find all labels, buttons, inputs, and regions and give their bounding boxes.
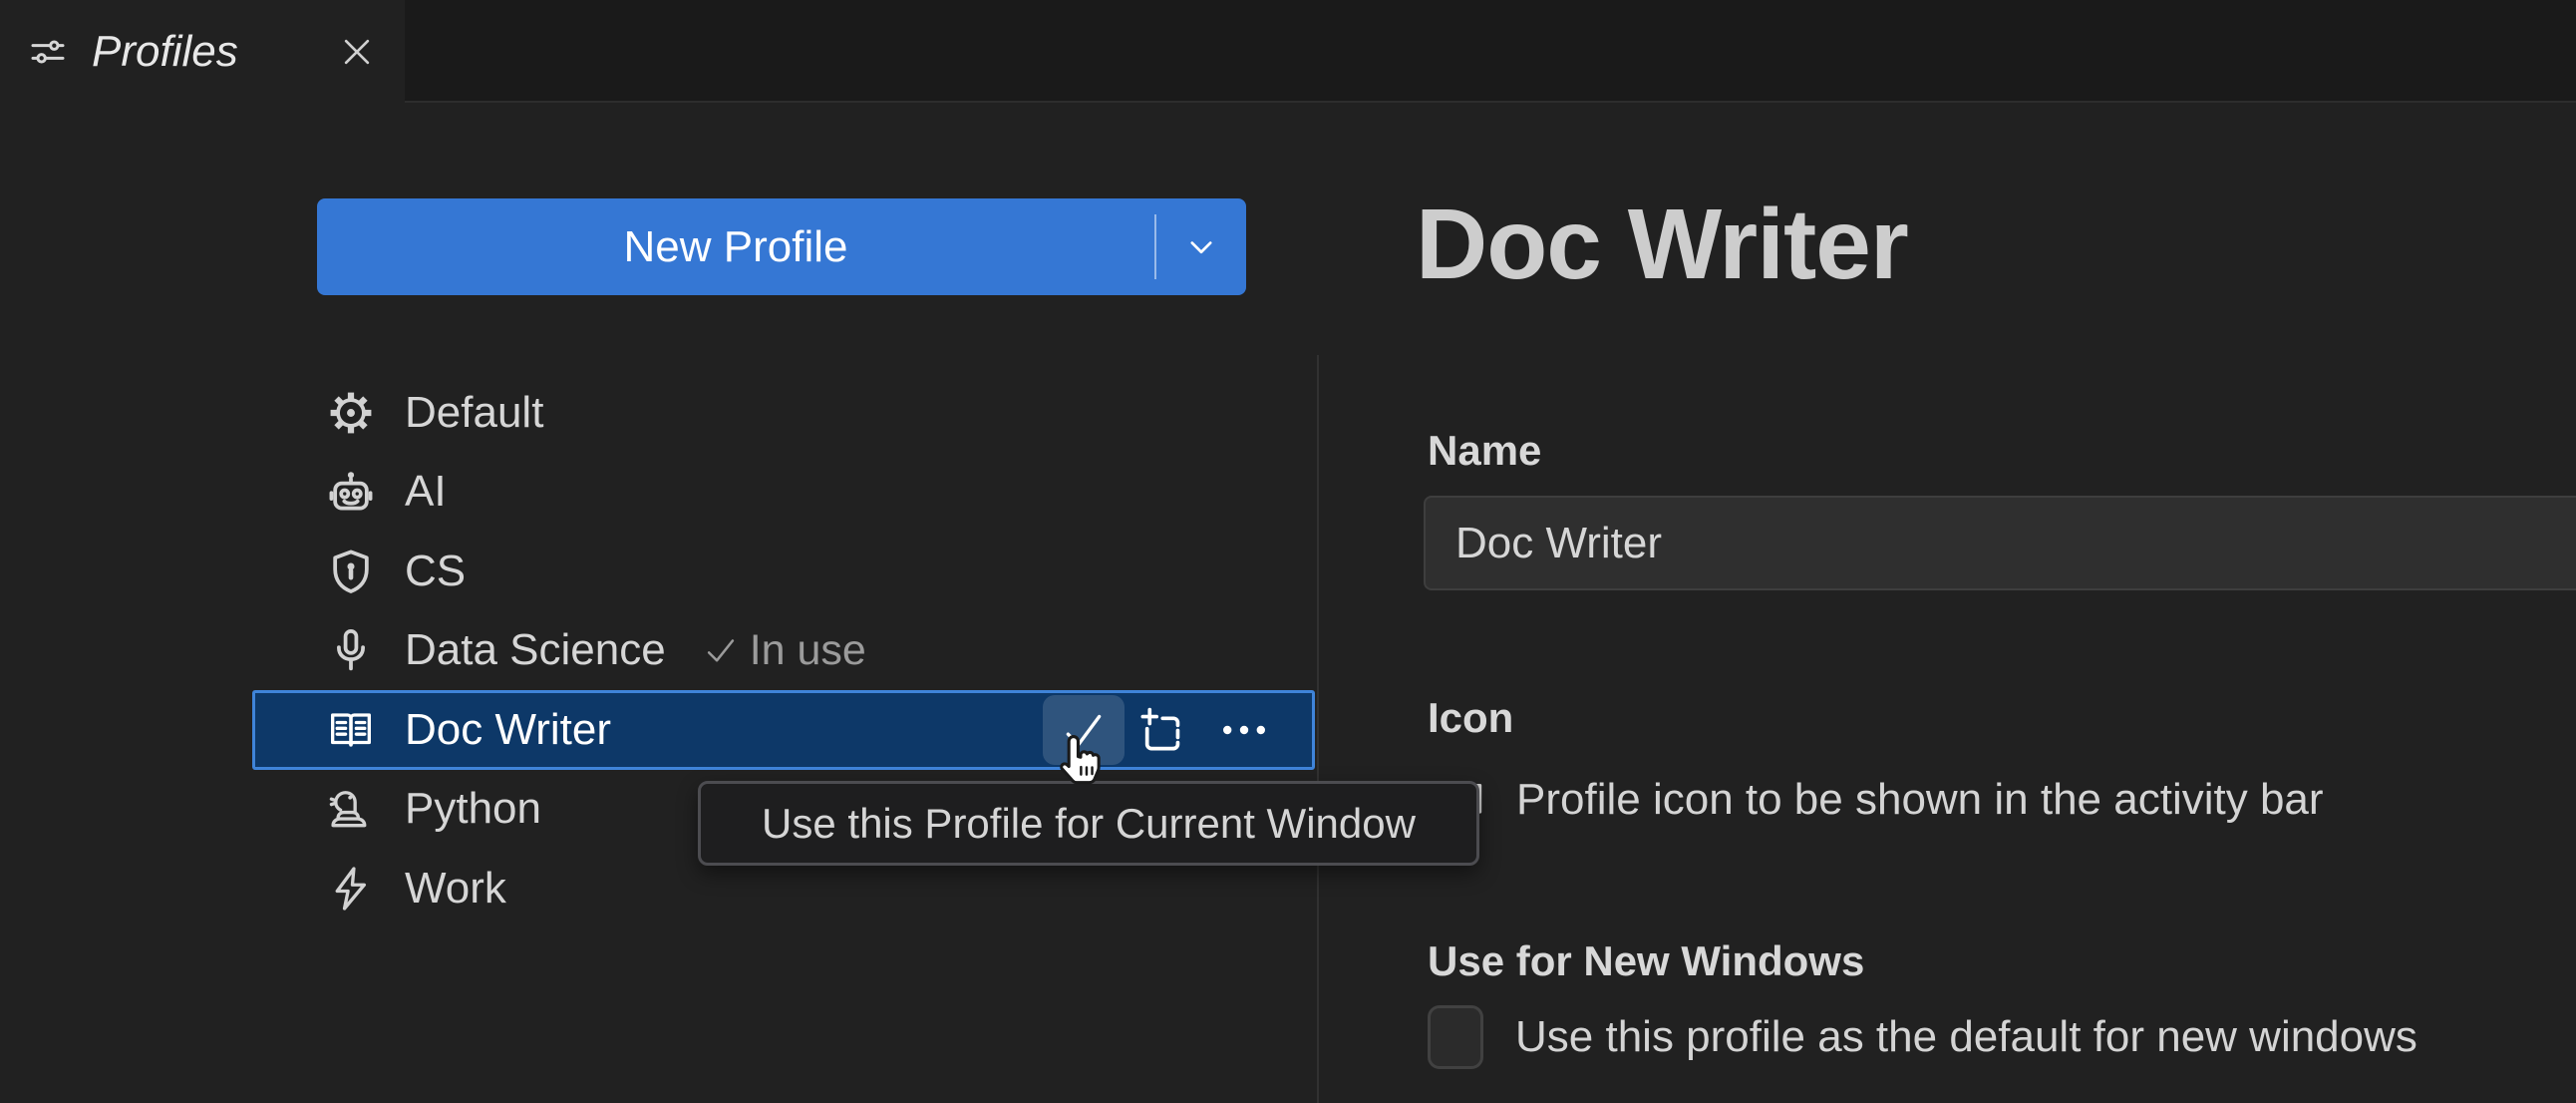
robot-icon — [326, 467, 376, 517]
profile-row-doc-writer[interactable]: Doc Writer — [252, 690, 1315, 770]
new-window-plus-icon — [1138, 704, 1190, 756]
profile-detail-title: Doc Writer — [1416, 194, 1908, 294]
profile-label: AI — [405, 467, 447, 517]
profile-label: Default — [405, 388, 543, 438]
new-profile-button[interactable]: New Profile — [317, 198, 1154, 295]
profile-row-default[interactable]: Default — [252, 373, 1315, 453]
check-icon — [702, 631, 740, 669]
icon-description: Profile icon to be shown in the activity… — [1516, 775, 2324, 825]
open-book-icon — [326, 705, 376, 755]
profile-row-data-science[interactable]: Data Science In use — [252, 611, 1315, 691]
shield-keyhole-icon — [326, 547, 376, 596]
profile-label: CS — [405, 547, 466, 596]
profile-name-input[interactable] — [1424, 496, 2576, 590]
profiles-editor-window: Profiles New Profile — [0, 0, 2576, 1103]
new-profile-dropdown-button[interactable] — [1156, 198, 1246, 295]
profile-label: Doc Writer — [405, 705, 611, 755]
panel-splitter[interactable] — [1317, 355, 1319, 1103]
gear-icon — [326, 388, 376, 438]
new-profile-split-button: New Profile — [317, 198, 1246, 295]
in-use-badge-label: In use — [750, 626, 866, 675]
open-new-window-with-profile-button[interactable] — [1138, 704, 1190, 756]
ellipsis-icon — [1220, 706, 1268, 754]
tab-profiles[interactable]: Profiles — [0, 0, 405, 103]
profile-label: Python — [405, 784, 541, 834]
profile-row-cs[interactable]: CS — [252, 532, 1315, 611]
microphone-icon — [326, 625, 376, 675]
more-actions-button[interactable] — [1220, 706, 1268, 754]
close-icon[interactable] — [337, 32, 377, 72]
chevron-down-icon — [1182, 228, 1220, 266]
lightning-bolt-icon — [326, 864, 376, 914]
profile-label: Data Science — [405, 625, 666, 675]
tooltip-text: Use this Profile for Current Window — [762, 800, 1416, 848]
new-profile-label: New Profile — [624, 222, 848, 272]
default-profile-checkbox-label: Use this profile as the default for new … — [1515, 1012, 2417, 1062]
icon-section-label: Icon — [1428, 694, 1513, 742]
icon-picker-row[interactable]: Profile icon to be shown in the activity… — [1439, 774, 2324, 826]
default-profile-checkbox-row: Use this profile as the default for new … — [1428, 1005, 2417, 1069]
pointer-hand-cursor — [1053, 732, 1111, 794]
profile-label: Work — [405, 864, 506, 914]
profile-row-ai[interactable]: AI — [252, 453, 1315, 533]
tab-title: Profiles — [92, 27, 238, 77]
snake-icon — [326, 784, 376, 834]
default-profile-checkbox[interactable] — [1428, 1005, 1483, 1069]
name-section-label: Name — [1428, 427, 1541, 475]
new-windows-section-label: Use for New Windows — [1428, 937, 1864, 985]
sliders-icon — [28, 32, 68, 72]
in-use-badge: In use — [702, 626, 866, 675]
